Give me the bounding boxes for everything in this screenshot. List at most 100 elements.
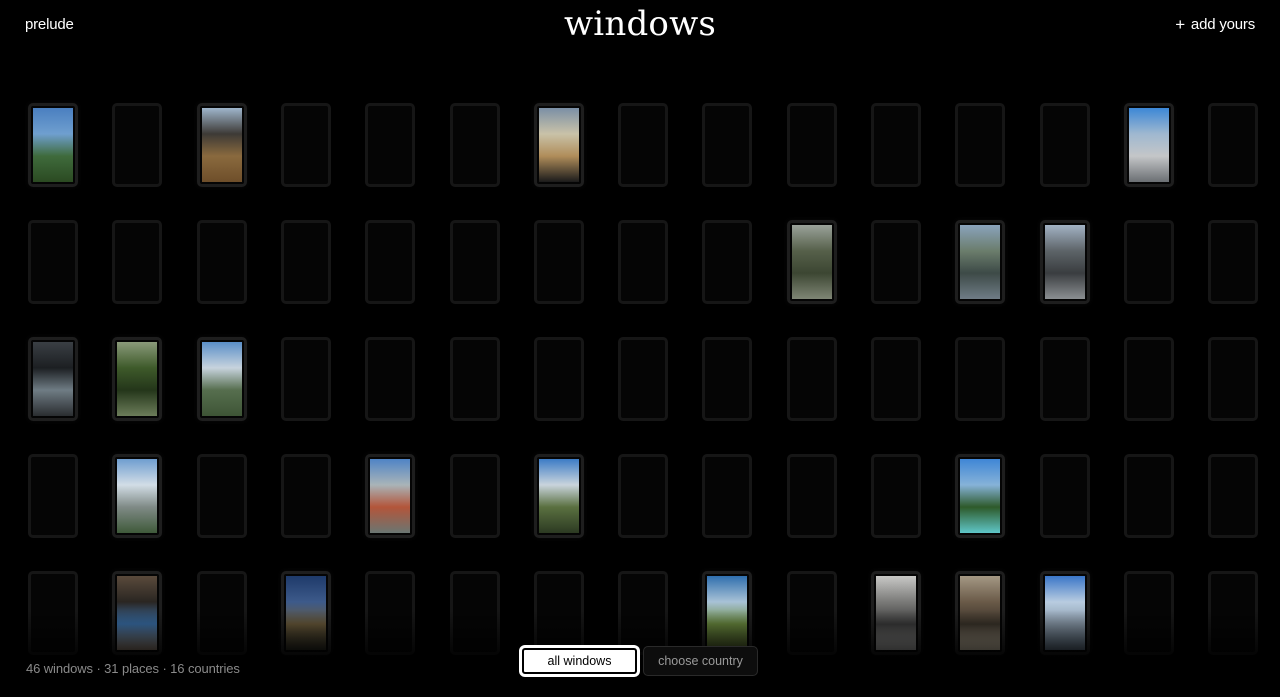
window-photo (370, 459, 410, 533)
empty-window[interactable] (1040, 337, 1090, 421)
window-tower-clouds[interactable] (112, 454, 162, 538)
window-photo (1045, 225, 1085, 299)
empty-window[interactable] (450, 454, 500, 538)
window-photo (876, 576, 916, 650)
window-photo (960, 225, 1000, 299)
empty-window[interactable] (1124, 454, 1174, 538)
window-green-tree[interactable] (112, 337, 162, 421)
window-red-roofs[interactable] (365, 454, 415, 538)
window-dark-blinds[interactable] (28, 337, 78, 421)
empty-window[interactable] (871, 220, 921, 304)
empty-window[interactable] (1208, 103, 1258, 187)
empty-window[interactable] (281, 103, 331, 187)
empty-window[interactable] (281, 337, 331, 421)
empty-window[interactable] (1040, 103, 1090, 187)
window-photo (707, 576, 747, 650)
filter-bar: all windows choose country (520, 646, 758, 676)
empty-window[interactable] (450, 103, 500, 187)
empty-window[interactable] (871, 103, 921, 187)
empty-window[interactable] (871, 454, 921, 538)
empty-window[interactable] (365, 220, 415, 304)
window-stairs[interactable] (871, 571, 921, 655)
empty-window[interactable] (787, 337, 837, 421)
window-photo (1129, 108, 1169, 182)
window-green-field[interactable] (702, 571, 752, 655)
empty-window[interactable] (197, 454, 247, 538)
empty-window[interactable] (281, 454, 331, 538)
empty-window[interactable] (450, 571, 500, 655)
window-glass-building[interactable] (112, 571, 162, 655)
window-cityscape-blue[interactable] (1040, 571, 1090, 655)
empty-window[interactable] (955, 337, 1005, 421)
window-photo (202, 342, 242, 416)
window-photo (1045, 576, 1085, 650)
window-scaffold[interactable] (955, 571, 1005, 655)
empty-window[interactable] (618, 103, 668, 187)
empty-window[interactable] (1124, 337, 1174, 421)
empty-window[interactable] (28, 454, 78, 538)
window-photo (539, 108, 579, 182)
window-cloudy-sunset[interactable] (534, 103, 584, 187)
empty-window[interactable] (702, 337, 752, 421)
empty-window[interactable] (787, 454, 837, 538)
window-photo (33, 108, 73, 182)
window-photo (286, 576, 326, 650)
empty-window[interactable] (618, 337, 668, 421)
window-photo (117, 342, 157, 416)
window-parking-lot[interactable] (1040, 220, 1090, 304)
empty-window[interactable] (1208, 337, 1258, 421)
empty-window[interactable] (787, 103, 837, 187)
window-tree-branches[interactable] (787, 220, 837, 304)
window-night-building[interactable] (281, 571, 331, 655)
window-mountains-sky[interactable] (28, 103, 78, 187)
empty-window[interactable] (197, 220, 247, 304)
window-photo (792, 225, 832, 299)
window-apartment-building[interactable] (1124, 103, 1174, 187)
empty-window[interactable] (702, 220, 752, 304)
empty-window[interactable] (450, 337, 500, 421)
empty-window[interactable] (702, 103, 752, 187)
empty-window[interactable] (365, 337, 415, 421)
empty-window[interactable] (702, 454, 752, 538)
empty-window[interactable] (365, 103, 415, 187)
window-photo (202, 108, 242, 182)
window-photo (117, 576, 157, 650)
empty-window[interactable] (1208, 220, 1258, 304)
empty-window[interactable] (1208, 454, 1258, 538)
window-palm-trees[interactable] (955, 454, 1005, 538)
empty-window[interactable] (871, 337, 921, 421)
empty-window[interactable] (112, 103, 162, 187)
empty-window[interactable] (618, 454, 668, 538)
empty-window[interactable] (1124, 220, 1174, 304)
empty-window[interactable] (534, 337, 584, 421)
window-street-hill[interactable] (955, 220, 1005, 304)
empty-window[interactable] (534, 571, 584, 655)
filter-all-windows-button[interactable]: all windows (520, 646, 639, 676)
empty-window[interactable] (1208, 571, 1258, 655)
empty-window[interactable] (1124, 571, 1174, 655)
empty-window[interactable] (618, 220, 668, 304)
empty-window[interactable] (450, 220, 500, 304)
empty-window[interactable] (112, 220, 162, 304)
stats-summary: 46 windows · 31 places · 16 countries (26, 661, 240, 676)
window-city-clouds[interactable] (197, 337, 247, 421)
window-photo (33, 342, 73, 416)
empty-window[interactable] (534, 220, 584, 304)
empty-window[interactable] (28, 571, 78, 655)
filter-choose-country-button[interactable]: choose country (643, 646, 758, 676)
window-mountain-view[interactable] (534, 454, 584, 538)
empty-window[interactable] (365, 571, 415, 655)
window-wooden-rooftop[interactable] (197, 103, 247, 187)
empty-window[interactable] (28, 220, 78, 304)
window-photo (960, 459, 1000, 533)
empty-window[interactable] (1040, 454, 1090, 538)
window-photo (960, 576, 1000, 650)
empty-window[interactable] (197, 571, 247, 655)
window-photo (539, 459, 579, 533)
windows-grid (0, 0, 1280, 697)
window-photo (117, 459, 157, 533)
empty-window[interactable] (787, 571, 837, 655)
empty-window[interactable] (618, 571, 668, 655)
empty-window[interactable] (281, 220, 331, 304)
empty-window[interactable] (955, 103, 1005, 187)
